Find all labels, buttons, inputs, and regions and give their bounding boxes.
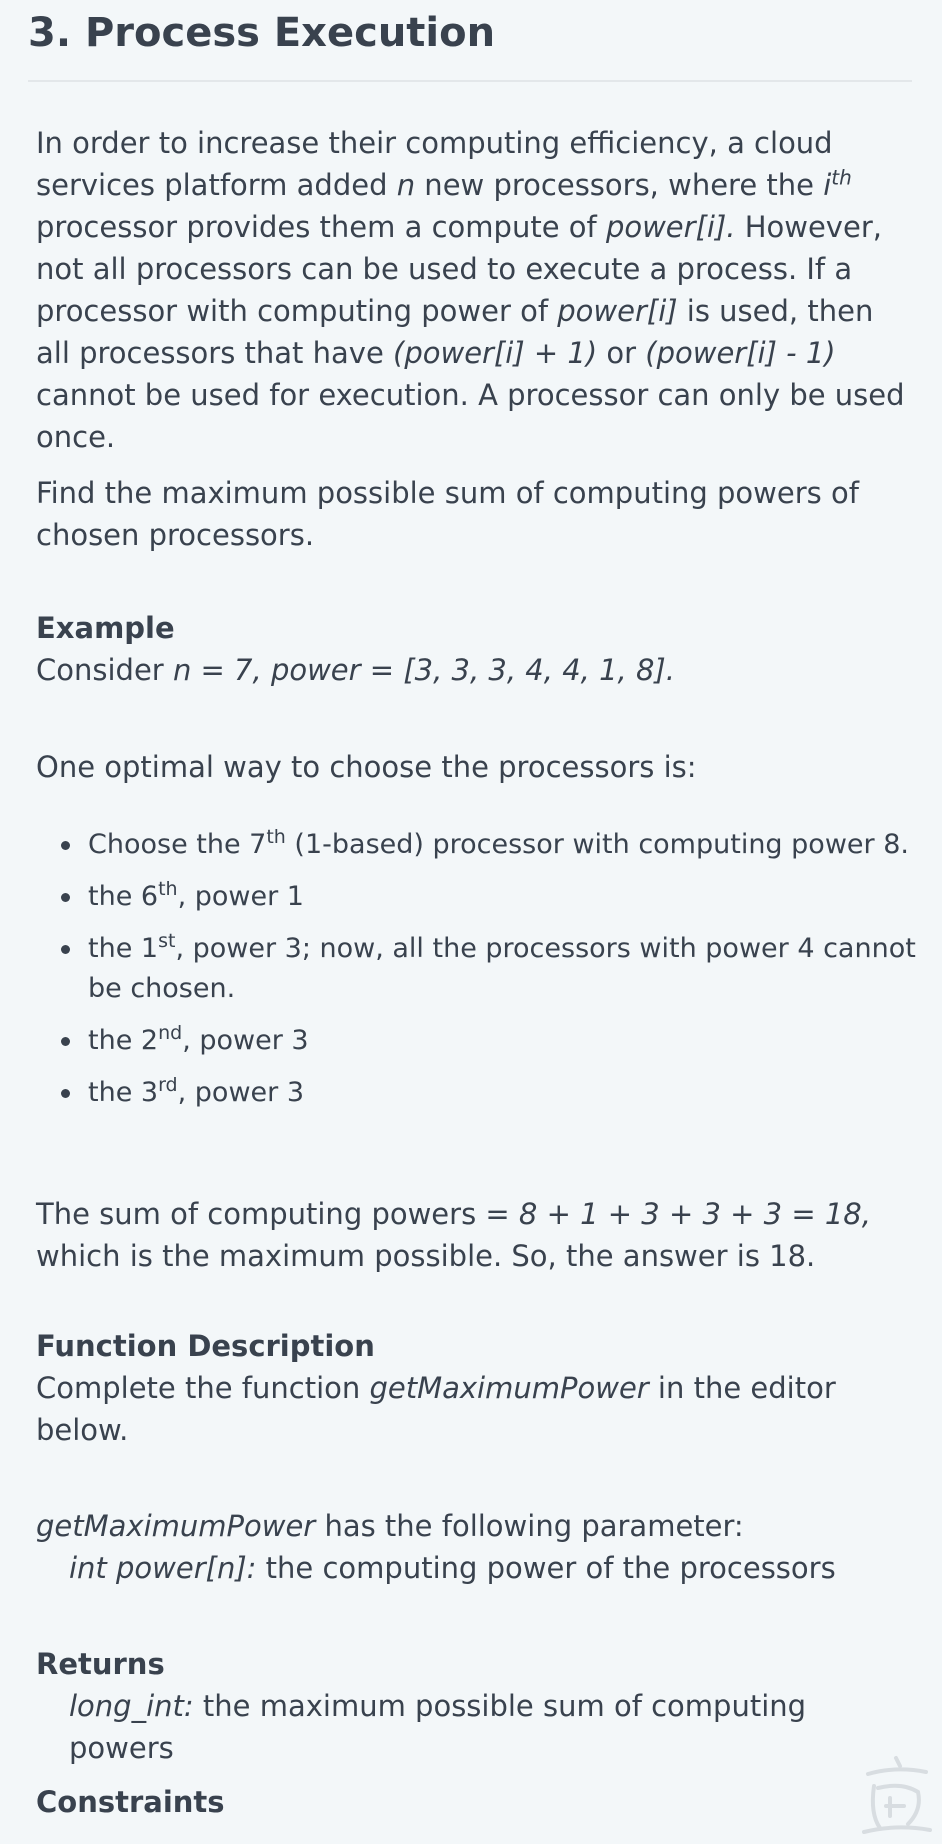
- param-type: int power[n]:: [69, 1551, 257, 1585]
- constraints-section: Constraints: [36, 1781, 916, 1823]
- function-parameters: getMaximumPower has the following parame…: [36, 1505, 916, 1589]
- task-statement: Find the maximum possible sum of computi…: [36, 472, 916, 556]
- intro-power-minus: (power[i] - 1): [645, 336, 836, 370]
- function-name-2: getMaximumPower: [36, 1509, 316, 1543]
- step-post: , power 3; now, all the processors with …: [88, 933, 916, 1004]
- step-pre: the 2: [88, 1025, 159, 1056]
- list-item: the 3rd, power 3: [61, 1073, 916, 1113]
- intro-text-2: new processors, where the: [415, 168, 824, 202]
- function-text: Complete the function getMaximumPower in…: [36, 1367, 916, 1451]
- param-desc: the computing power of the processors: [256, 1551, 836, 1585]
- task-text: Find the maximum possible sum of computi…: [36, 476, 859, 552]
- step-suffix: nd: [158, 1022, 183, 1044]
- intro-power-i-2: power[i]: [557, 294, 678, 328]
- returns-type: long_int:: [69, 1689, 194, 1723]
- step-post: , power 3: [177, 1077, 305, 1108]
- function-pre: Complete the function: [36, 1371, 370, 1405]
- intro-text-6: cannot be used for execution. A processo…: [36, 378, 905, 454]
- optimal-text: One optimal way to choose the processors…: [36, 750, 697, 784]
- problem-page: 3. Process Execution In order to increas…: [0, 0, 942, 1844]
- constraints-heading: Constraints: [36, 1785, 225, 1819]
- intro-text-3: processor provides them a compute of: [36, 210, 606, 244]
- step-suffix: rd: [158, 1074, 178, 1096]
- returns-item: long_int: the maximum possible sum of co…: [36, 1685, 916, 1769]
- intro-paragraph: In order to increase their computing eff…: [36, 122, 916, 458]
- intro-i-suffix: th: [831, 165, 852, 190]
- consider-text: Consider: [36, 653, 173, 687]
- page-title: 3. Process Execution: [28, 10, 496, 56]
- intro-power-plus: (power[i] + 1): [393, 336, 598, 370]
- list-item: Choose the 7th (1-based) processor with …: [61, 825, 916, 865]
- function-name: getMaximumPower: [369, 1371, 649, 1405]
- step-suffix: th: [158, 878, 178, 900]
- intro-var-n: n: [396, 168, 416, 202]
- intro-power-i: power[i].: [605, 210, 736, 244]
- step-list: Choose the 7th (1-based) processor with …: [36, 825, 916, 1125]
- sum-statement: The sum of computing powers = 8 + 1 + 3 …: [36, 1193, 916, 1277]
- returns-heading: Returns: [36, 1647, 165, 1681]
- intro-var-i: ith: [823, 165, 852, 202]
- step-suffix: th: [266, 826, 286, 848]
- watermark-logo-icon: [862, 1756, 932, 1834]
- example-heading: Example: [36, 611, 175, 645]
- step-post: , power 1: [177, 881, 304, 912]
- list-item: the 2nd, power 3: [61, 1021, 916, 1061]
- consider-array: [3, 3, 3, 4, 4, 1, 8].: [403, 653, 675, 687]
- param-intro: getMaximumPower has the following parame…: [36, 1505, 916, 1547]
- returns-section: Returns long_int: the maximum possible s…: [36, 1643, 916, 1769]
- title-divider: [28, 80, 912, 82]
- list-item: the 6th, power 1: [61, 877, 916, 917]
- consider-expr: n = 7, power: [172, 653, 361, 687]
- problem-intro: In order to increase their computing eff…: [36, 122, 916, 458]
- step-post: , power 3: [182, 1025, 309, 1056]
- sum-expr: 8 + 1 + 3 + 3 + 3 = 18,: [518, 1197, 871, 1231]
- consider-eq: =: [360, 653, 404, 687]
- example-section: Example Consider n = 7, power = [3, 3, 3…: [36, 607, 916, 691]
- step-pre: Choose the 7: [88, 829, 267, 860]
- step-pre: the 1: [88, 933, 159, 964]
- function-heading: Function Description: [36, 1329, 375, 1363]
- step-pre: the 6: [88, 881, 159, 912]
- step-suffix: st: [158, 930, 176, 952]
- sum-pre: The sum of computing powers =: [36, 1197, 519, 1231]
- example-consider: Consider n = 7, power = [3, 3, 3, 4, 4, …: [36, 649, 916, 691]
- list-item: the 1st, power 3; now, all the processor…: [61, 929, 916, 1009]
- optimal-intro: One optimal way to choose the processors…: [36, 746, 916, 788]
- step-pre: the 3: [88, 1077, 159, 1108]
- param-item: int power[n]: the computing power of the…: [36, 1547, 916, 1589]
- param-intro-text: has the following parameter:: [315, 1509, 744, 1543]
- function-description: Function Description Complete the functi…: [36, 1325, 916, 1451]
- sum-paragraph: The sum of computing powers = 8 + 1 + 3 …: [36, 1193, 916, 1277]
- sum-post: which is the maximum possible. So, the a…: [36, 1239, 816, 1273]
- step-post: (1-based) processor with computing power…: [285, 829, 909, 860]
- intro-text-or: or: [597, 336, 646, 370]
